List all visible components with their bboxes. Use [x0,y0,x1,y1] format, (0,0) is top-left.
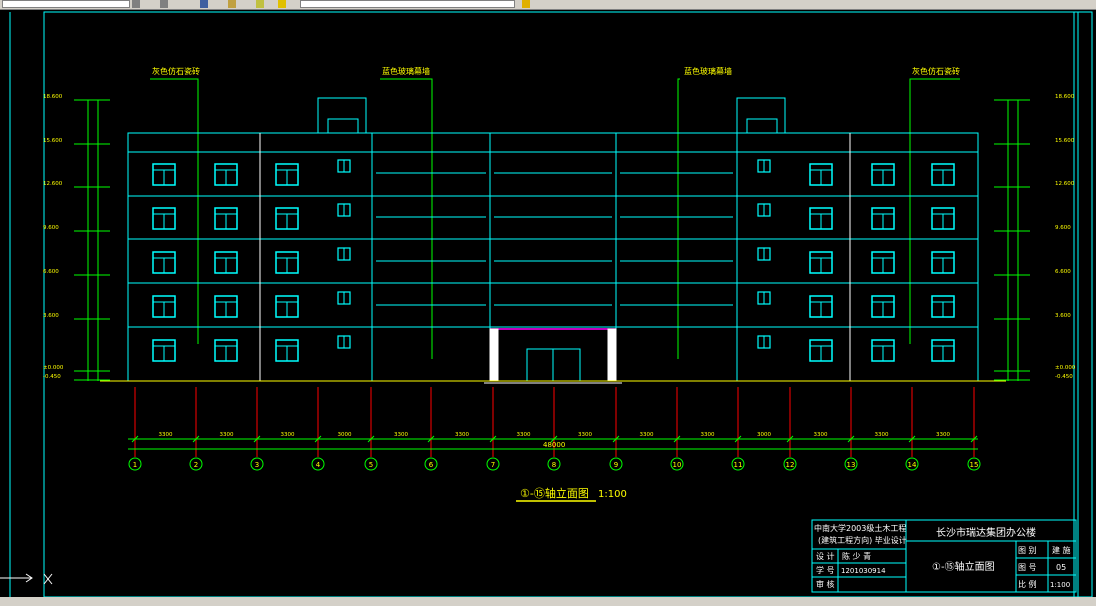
bay-dimension: 3300 [220,432,234,438]
level-label: 12.600 [43,181,63,187]
tb-category-value: 建 施 [1052,545,1071,555]
lock-icon[interactable] [278,0,286,8]
bay-dimension: 3300 [281,432,295,438]
axis-number: 12 [786,461,795,469]
axis-number: 13 [847,461,856,469]
axis-number: 14 [908,461,917,469]
tb-school-line1: 中南大学2003级土木工程 [814,523,906,533]
level-label: ±0.000 [1055,365,1076,371]
level-label: 15.600 [43,138,63,144]
model-layout-tabs[interactable] [0,597,1096,606]
roof-stair-right-window [746,118,778,134]
axis-number: 10 [673,461,682,469]
tb-scale-label: 比 例 [1018,579,1037,589]
match-properties-icon[interactable] [522,0,530,8]
axis-number: 9 [614,461,618,469]
axis-number: 3 [255,461,259,469]
axis-number: 4 [316,461,321,469]
level-label: 15.600 [1055,138,1075,144]
drawing-title-text: ①-⑮轴立面图 [520,486,589,500]
axis-grid: 1 2 3 4 5 6 7 8 9 10 11 12 13 14 153300 3300 3300 3000 330… [128,387,981,471]
bay-dimension: 3300 [814,432,828,438]
axis-number: 7 [491,461,495,469]
color-dropdown[interactable] [300,0,515,8]
level-label: 6.600 [1055,269,1071,275]
level-label: 18.600 [43,94,63,100]
tb-number-value: 05 [1056,563,1066,572]
tb-designer: 陈 少 青 [842,551,871,561]
axis-number: 11 [734,461,743,469]
bay-dimension: 3300 [517,432,531,438]
roof-stair-right [736,97,786,134]
lightbulb-icon[interactable] [228,0,236,8]
axis-number: 6 [429,461,434,469]
bay-dimension: 3300 [455,432,469,438]
level-markers-right: 18.600 15.600 12.600 9.600 6.600 3.600 ±0.000 -… [994,94,1076,381]
level-label: 12.600 [1055,181,1075,187]
label-material-center-left: 蓝色玻璃幕墙 [382,66,430,76]
layer-icon[interactable] [132,0,140,8]
layer-dropdown[interactable] [2,0,130,8]
bay-dimension: 3300 [640,432,654,438]
label-material-center-right: 蓝色玻璃幕墙 [684,66,732,76]
properties-icon[interactable] [200,0,208,8]
tb-row-design-label: 设 计 [816,551,835,561]
label-material-left: 灰色仿石瓷砖 [152,66,200,76]
bay-dimension: 3300 [701,432,715,438]
axis-number: 2 [194,461,198,469]
bay-dimension: 3300 [159,432,173,438]
sun-icon[interactable] [256,0,264,8]
entrance-column-left [489,328,499,382]
tb-student-id: 1201030914 [841,567,886,575]
title-block: 中南大学2003级土木工程 (建筑工程方向) 毕业设计 长沙市瑞达集团办公楼 ①… [811,519,1077,593]
bay-dimension: 3000 [338,432,352,438]
tb-drawing-name: ①-⑮轴立面图 [932,560,995,573]
tb-school-line2: (建筑工程方向) 毕业设计 [818,535,907,545]
label-material-right: 灰色仿石瓷砖 [912,66,960,76]
level-label: -0.450 [43,374,61,380]
material-annotations: 灰色仿石瓷砖 蓝色玻璃幕墙 蓝色玻璃幕墙 灰色仿石瓷砖 [150,66,960,359]
tb-project-name: 长沙市瑞达集团办公楼 [936,526,1036,539]
level-label: 6.600 [43,269,59,275]
bay-dimension: 3300 [394,432,408,438]
level-label: -0.450 [1055,374,1073,380]
tb-number-label: 图 号 [1018,563,1037,572]
level-label: 3.600 [43,313,59,319]
tb-category-label: 图 别 [1018,546,1037,555]
axis-number: 1 [133,461,137,469]
bay-dimension: 3300 [578,432,592,438]
drawing-canvas[interactable]: 灰色仿石瓷砖 蓝色玻璃幕墙 蓝色玻璃幕墙 灰色仿石瓷砖 18.60015.600… [0,9,1096,597]
dimension-overall: 48000 [543,441,565,449]
level-markers-left: 18.600 15.600 12.600 9.600 6.600 3.600 ±0.000 -… [43,94,110,381]
level-label: 9.600 [1055,225,1071,231]
drawing-title: ①-⑮轴立面图 1:100 [516,486,627,502]
tb-scale-value: 1:100 [1050,581,1070,589]
level-label: 9.600 [43,225,59,231]
level-label: ±0.000 [43,365,64,371]
entrance-column-right [607,328,617,382]
roof-stair-left-window [327,118,359,134]
bay-dimension: 3300 [875,432,889,438]
bay-dimension: 3300 [936,432,950,438]
drawing-border-right [1073,11,1093,597]
axis-number: 15 [970,461,979,469]
axis-number: 8 [552,461,556,469]
level-label: 18.600 [1055,94,1075,100]
level-label: 3.600 [1055,313,1071,319]
layer-state-icon[interactable] [160,0,168,8]
tb-row-review-label: 审 核 [816,579,835,589]
roof-stair-left [317,97,367,134]
tb-row-id-label: 学 号 [816,565,835,575]
bay-dimension: 3000 [757,432,771,438]
drawing-title-scale: 1:100 [598,489,627,500]
axis-number: 5 [369,461,373,469]
